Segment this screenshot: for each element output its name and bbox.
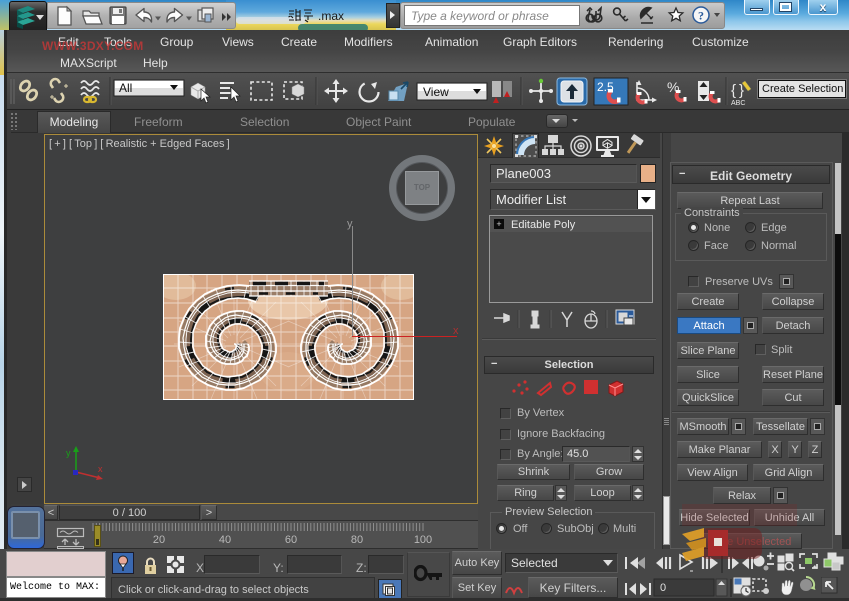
svg-text:ABC: ABC bbox=[731, 100, 745, 107]
svg-text:80: 80 bbox=[351, 534, 363, 546]
svg-text:40: 40 bbox=[219, 534, 231, 546]
svg-text:20: 20 bbox=[153, 534, 165, 546]
svg-text:View: View bbox=[423, 85, 449, 99]
svg-text:60: 60 bbox=[285, 534, 297, 546]
svg-text:0: 0 bbox=[660, 582, 666, 594]
svg-text:All: All bbox=[119, 81, 132, 95]
svg-text:.max: .max bbox=[318, 9, 344, 23]
svg-text:{ }: { } bbox=[731, 82, 744, 99]
svg-text:?: ? bbox=[698, 9, 704, 23]
svg-text:100: 100 bbox=[414, 534, 432, 546]
svg-text:x: x bbox=[98, 464, 103, 474]
svg-text:y: y bbox=[66, 448, 71, 458]
